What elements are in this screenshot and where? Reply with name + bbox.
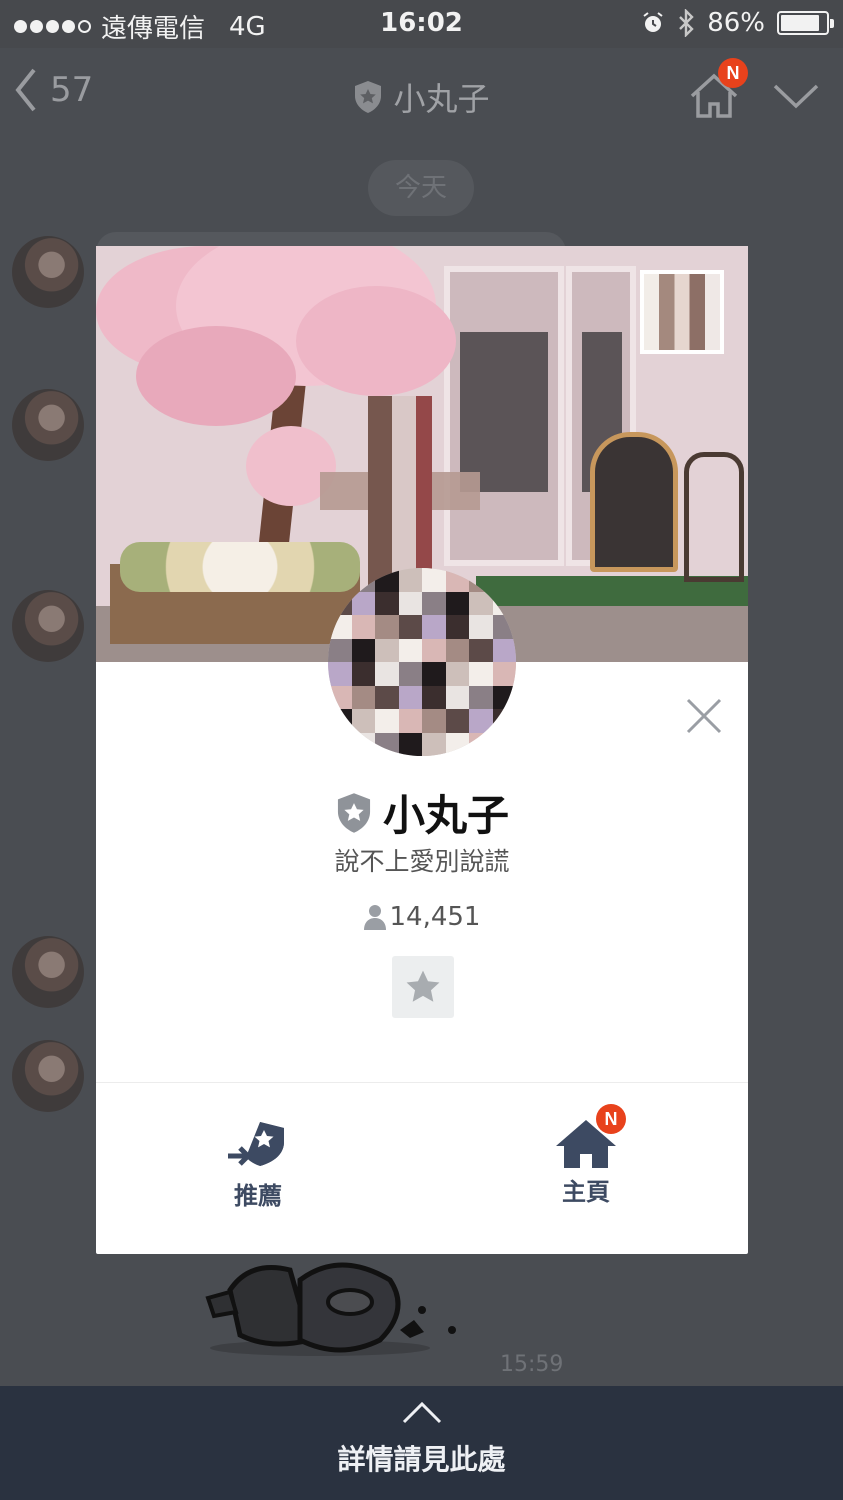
close-button[interactable] bbox=[684, 696, 724, 736]
sender-avatar[interactable] bbox=[12, 1040, 84, 1112]
profile-name: 小丸子 bbox=[382, 791, 509, 840]
details-banner[interactable]: 詳情請見此處 bbox=[0, 1386, 843, 1500]
star-icon bbox=[406, 970, 440, 1002]
person-icon bbox=[363, 905, 386, 930]
bluetooth-icon bbox=[679, 9, 694, 37]
chat-header: 57 小丸子 N bbox=[0, 48, 843, 140]
sticker-image[interactable] bbox=[200, 1250, 470, 1360]
official-shield-icon bbox=[355, 81, 382, 113]
friend-count-row: 14,451 bbox=[96, 902, 748, 932]
details-banner-label: 詳情請見此處 bbox=[337, 1443, 506, 1476]
official-shield-icon bbox=[337, 792, 371, 833]
recommend-label: 推薦 bbox=[234, 1182, 282, 1210]
sender-avatar[interactable] bbox=[12, 389, 84, 461]
status-bar: 遠傳電信 4G 16:02 86% bbox=[0, 0, 843, 48]
chevron-down-icon bbox=[773, 84, 819, 109]
profile-name-row: 小丸子 bbox=[96, 782, 748, 843]
chat-title-text: 小丸子 bbox=[393, 80, 490, 118]
friend-count: 14,451 bbox=[389, 902, 481, 932]
recommend-shield-icon bbox=[228, 1122, 284, 1166]
profile-avatar[interactable] bbox=[328, 568, 516, 756]
recommend-button[interactable]: 推薦 bbox=[178, 1118, 338, 1211]
profile-status-message: 說不上愛別說謊 bbox=[334, 847, 510, 876]
sender-avatar[interactable] bbox=[12, 590, 84, 662]
sender-avatar[interactable] bbox=[12, 236, 84, 308]
home-notification-badge: N bbox=[718, 58, 748, 88]
profile-home-button[interactable]: N 主頁 bbox=[506, 1104, 666, 1207]
message-timestamp: 15:59 bbox=[500, 1352, 564, 1377]
home-notification-badge: N bbox=[596, 1104, 626, 1134]
home-button[interactable]: N bbox=[688, 58, 748, 122]
date-separator: 今天 bbox=[368, 160, 474, 216]
chevron-up-icon bbox=[402, 1401, 442, 1424]
alarm-icon bbox=[643, 12, 663, 32]
favorite-button[interactable] bbox=[392, 956, 454, 1018]
sender-avatar[interactable] bbox=[12, 936, 84, 1008]
cover-thumbnail[interactable] bbox=[640, 270, 724, 354]
profile-modal: 小丸子 說不上愛別說謊 14,451 推薦 N 主頁 bbox=[96, 246, 748, 1254]
home-label: 主頁 bbox=[562, 1178, 610, 1206]
modal-divider bbox=[96, 1082, 748, 1083]
battery-icon bbox=[777, 11, 834, 35]
close-icon bbox=[686, 698, 722, 734]
battery-percent: 86% bbox=[707, 8, 765, 38]
menu-toggle-button[interactable] bbox=[772, 82, 820, 114]
